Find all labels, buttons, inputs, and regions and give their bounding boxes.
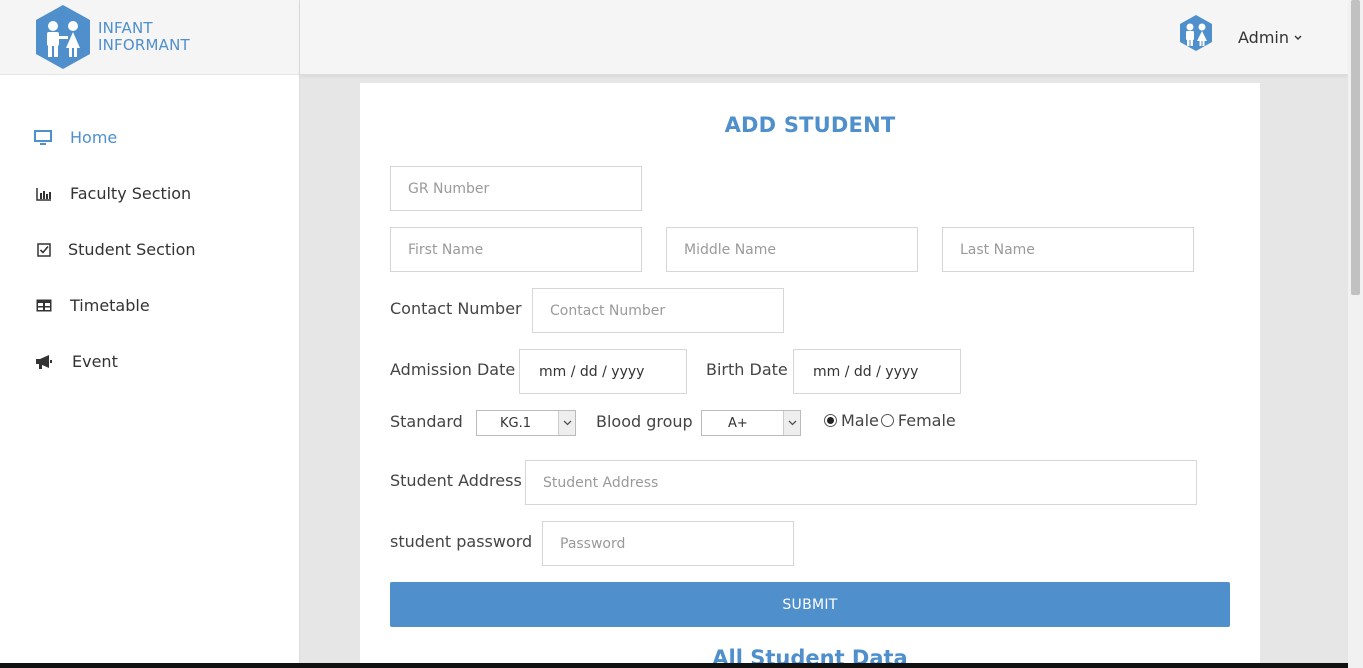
vertical-scrollbar[interactable]: [1348, 0, 1363, 668]
blood-group-value: A+: [728, 415, 748, 431]
gender-radio-group: Male Female: [824, 411, 956, 430]
megaphone-icon: [35, 353, 53, 371]
female-radio[interactable]: [880, 414, 894, 427]
birth-date-label: Birth Date: [706, 360, 788, 379]
standard-value: KG.1: [499, 415, 531, 431]
chevron-down-icon: [1294, 35, 1302, 40]
sidebar-item-timetable[interactable]: Timetable: [35, 296, 150, 315]
brand-line-1: INFANT: [98, 19, 153, 37]
top-bar: Admin: [300, 0, 1348, 75]
admin-user-menu[interactable]: Admin: [1238, 28, 1303, 47]
student-password-label: student password: [390, 532, 533, 551]
standard-select[interactable]: KG.1: [476, 410, 576, 436]
gr-number-input[interactable]: [390, 166, 642, 211]
sidebar-item-event[interactable]: Event: [35, 352, 118, 371]
admission-date-value: mm / dd / yyyy: [539, 363, 645, 380]
student-address-label: Student Address: [390, 471, 522, 490]
contact-number-label: Contact Number: [390, 299, 522, 318]
scrollbar-thumb[interactable]: [1351, 0, 1360, 295]
sidebar-item-faculty-section[interactable]: Faculty Section: [35, 184, 191, 203]
bar-chart-icon: [35, 185, 53, 203]
submit-button[interactable]: SUBMIT: [390, 582, 1230, 627]
sidebar-item-home[interactable]: Home: [34, 128, 117, 147]
birth-date-value: mm / dd / yyyy: [813, 363, 919, 380]
brand-line-2: INFORMANT: [98, 36, 190, 54]
children-avatar-icon[interactable]: [1178, 14, 1214, 52]
brand-name: INFANT INFORMANT: [98, 20, 190, 54]
sidebar-item-label: Student Section: [68, 240, 196, 259]
student-address-input[interactable]: [525, 460, 1197, 505]
birth-date-input[interactable]: mm / dd / yyyy: [793, 349, 961, 394]
page-title: ADD STUDENT: [724, 113, 896, 137]
admission-date-label: Admission Date: [390, 360, 516, 379]
standard-label: Standard: [390, 412, 463, 431]
sidebar-item-student-section[interactable]: Student Section: [35, 240, 196, 259]
sidebar: INFANT INFORMANT Home Faculty Section St…: [0, 0, 300, 668]
table-icon: [35, 297, 53, 315]
middle-name-input[interactable]: [666, 227, 918, 272]
sidebar-item-label: Event: [72, 352, 118, 371]
male-label: Male: [841, 411, 879, 430]
female-label: Female: [897, 411, 956, 430]
sidebar-item-label: Timetable: [70, 296, 150, 315]
sidebar-item-label: Home: [70, 128, 118, 147]
admission-date-input[interactable]: mm / dd / yyyy: [519, 349, 687, 394]
male-radio[interactable]: [824, 414, 837, 427]
admin-label: Admin: [1238, 28, 1289, 47]
checkbox-icon: [35, 241, 53, 259]
monitor-icon: [34, 129, 52, 147]
logo[interactable]: INFANT INFORMANT: [0, 0, 299, 75]
contact-number-input[interactable]: [532, 288, 784, 333]
blood-group-select[interactable]: A+: [701, 410, 801, 436]
first-name-input[interactable]: [390, 227, 642, 272]
bottom-edge: [0, 663, 1348, 668]
sidebar-item-label: Faculty Section: [70, 184, 192, 203]
last-name-input[interactable]: [942, 227, 1194, 272]
password-input[interactable]: [542, 521, 794, 566]
blood-group-label: Blood group: [596, 412, 693, 431]
logo-icon: [36, 5, 90, 69]
chevron-down-icon: [558, 411, 575, 435]
chevron-down-icon: [783, 411, 800, 435]
add-student-card: ADD STUDENT Contact Number Admission Dat…: [360, 83, 1260, 668]
